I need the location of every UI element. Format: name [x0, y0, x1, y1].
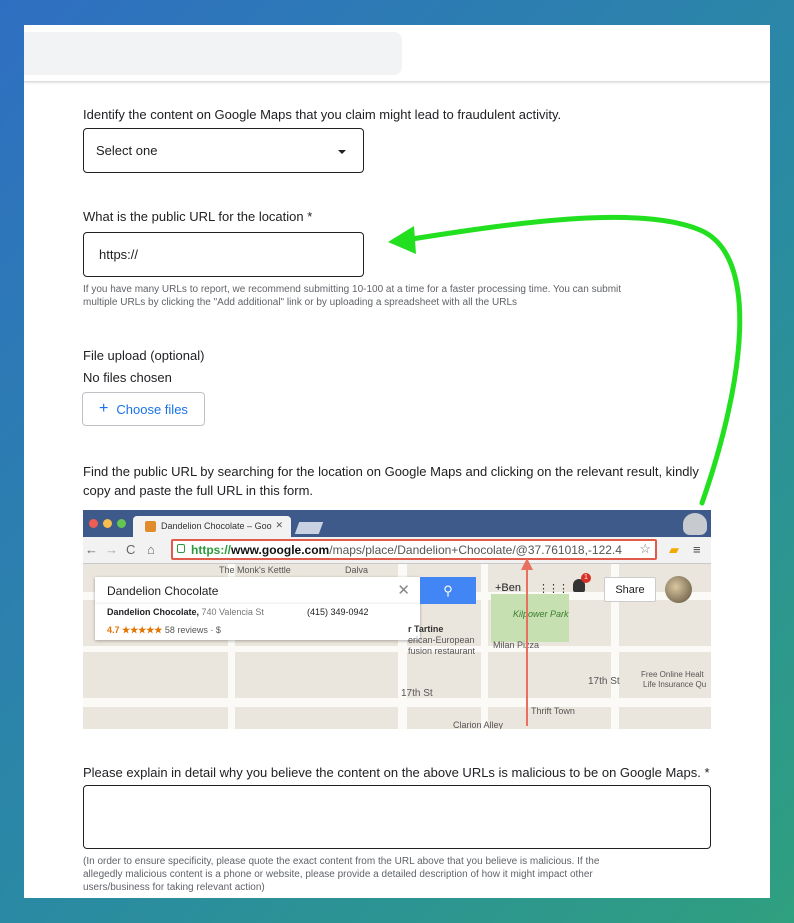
- choose-files-button[interactable]: + Choose files: [82, 392, 205, 426]
- example-maps-screenshot: Dandelion Chocolate – Goo ✕ ← → C ⌂ http…: [83, 510, 711, 729]
- url-helper-line2: multiple URLs by clicking the "Add addit…: [83, 297, 517, 308]
- choose-files-label: Choose files: [116, 401, 188, 417]
- form-panel: Identify the content on Google Maps that…: [24, 25, 770, 898]
- q2-label: What is the public URL for the location …: [83, 209, 313, 224]
- find-url-line2: copy and paste the full URL in this form…: [83, 483, 314, 498]
- select-value: Select one: [96, 143, 158, 158]
- q3-label: Please explain in detail why you believe…: [83, 765, 710, 780]
- explanation-helper-line2: allegedly malicious content is a phone o…: [83, 869, 593, 880]
- dropdown-caret-icon: [338, 150, 346, 154]
- url-helper-line1: If you have many URLs to report, we reco…: [83, 284, 622, 295]
- explanation-helper-line1: (In order to ensure specificity, please …: [83, 856, 600, 867]
- q1-label: Identify the content on Google Maps that…: [83, 107, 562, 122]
- upload-status: No files chosen: [83, 370, 172, 385]
- top-bar: [24, 25, 770, 82]
- content-type-select[interactable]: Select one: [83, 128, 364, 173]
- plus-icon: +: [99, 400, 109, 417]
- search-bar[interactable]: [24, 32, 402, 75]
- upload-label: File upload (optional): [83, 348, 205, 363]
- url-pointer-arrow: [521, 558, 533, 726]
- explanation-helper-line3: users/business for taking relevant actio…: [83, 882, 265, 893]
- url-input-value: https://: [99, 247, 139, 262]
- url-input[interactable]: https://: [83, 232, 364, 277]
- find-url-line1: Find the public URL by searching for the…: [83, 464, 699, 479]
- explanation-textarea[interactable]: [83, 785, 711, 849]
